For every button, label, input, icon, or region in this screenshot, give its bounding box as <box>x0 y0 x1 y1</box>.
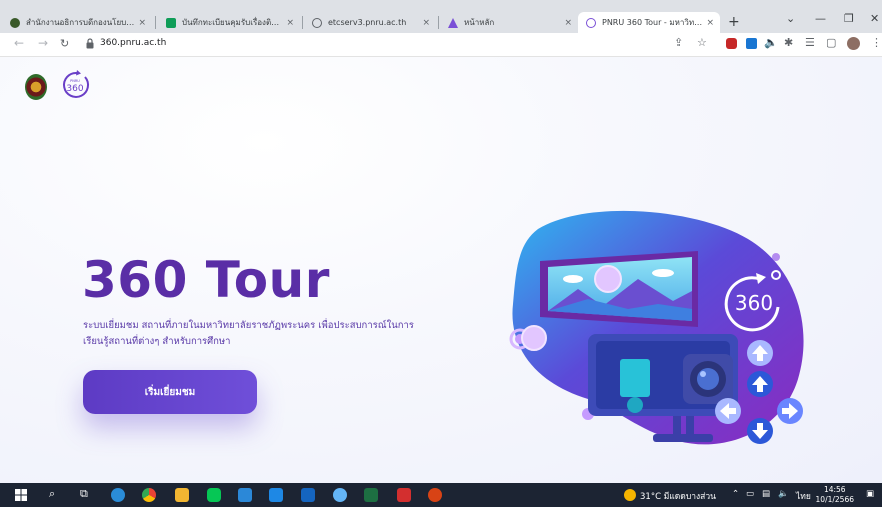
globe-icon <box>312 17 322 28</box>
reading-list-icon[interactable]: ☰ <box>805 36 815 49</box>
menu-kebab-icon[interactable]: ⋮ <box>871 36 882 49</box>
tab-search-chevron-icon[interactable]: ⌄ <box>786 12 795 25</box>
tour-360-icon <box>586 17 596 28</box>
university-seal-logo[interactable] <box>25 74 47 100</box>
powerpoint-icon[interactable] <box>428 488 442 502</box>
search-icon[interactable]: ⌕ <box>49 487 55 501</box>
tab-title: PNRU 360 Tour - มหาวิทยาลัยร <box>602 18 703 27</box>
logo-badge-text: PNRU <box>70 79 80 83</box>
arrow-left-icon <box>715 398 741 424</box>
tab-title: หน้าหลัก <box>464 18 495 27</box>
extension-shield-icon[interactable] <box>726 38 737 49</box>
side-panel-icon[interactable]: ▢ <box>826 36 836 49</box>
input-language[interactable]: ไทย <box>796 489 811 503</box>
taskbar-clock[interactable]: 14:56 10/1/2566 <box>816 485 854 505</box>
network-icon[interactable]: ▤ <box>762 489 770 499</box>
extensions-puzzle-icon[interactable]: ✱ <box>784 36 793 49</box>
app-blue-icon[interactable] <box>301 488 315 502</box>
tab-title: etcserv3.pnru.ac.th <box>328 18 407 27</box>
browser-tab-strip: สำนักงานอธิการบดีกองนโยบาย × บันทึกทะเบี… <box>0 0 882 33</box>
tab-close-icon[interactable]: × <box>286 18 294 28</box>
bookmark-star-icon[interactable]: ☆ <box>697 36 707 49</box>
tab-close-icon[interactable]: × <box>138 18 146 28</box>
windows-start-icon[interactable] <box>14 488 28 502</box>
tab-google-sheet[interactable]: บันทึกทะเบียนคุมรับเรื่องติดตอ × <box>158 12 300 33</box>
vr-camera-illustration: 360 <box>509 210 804 445</box>
google-sheets-icon <box>166 17 176 28</box>
illustration-360-text: 360 <box>735 291 773 315</box>
back-arrow-icon[interactable]: ← <box>14 36 24 50</box>
minimize-window-icon[interactable]: — <box>815 12 826 25</box>
share-icon[interactable]: ⇪ <box>674 36 683 49</box>
edge-browser-icon[interactable] <box>111 488 125 502</box>
hero-description: ระบบเยี่ยมชม สถานที่ภายในมหาวิทยาลัยราชภ… <box>83 320 414 347</box>
arrow-down-icon <box>747 418 773 444</box>
acrobat-icon[interactable] <box>397 488 411 502</box>
tab-home[interactable]: หน้าหลัก × <box>440 12 578 33</box>
pnru-360-logo[interactable]: PNRU 360 <box>59 69 91 101</box>
battery-icon[interactable]: ▭ <box>746 489 754 499</box>
tab-separator <box>438 16 439 29</box>
forward-arrow-icon[interactable]: → <box>38 36 48 50</box>
start-tour-button[interactable]: เริ่มเยี่ยมชม <box>83 370 257 414</box>
profile-avatar[interactable] <box>847 37 860 50</box>
windows-taskbar: ⌕ ⧉ 31°C มีแดดบางส่วน ⌃ ▭ ▤ 🔈 ไทย 14:56 … <box>0 483 882 507</box>
lock-icon[interactable] <box>86 38 94 49</box>
logo-360-text: 360 <box>66 84 83 94</box>
weather-text[interactable]: 31°C มีแดดบางส่วน <box>640 489 716 503</box>
university-logo-icon <box>10 17 20 28</box>
mail-icon[interactable] <box>269 488 283 502</box>
hero-title: 360 Tour <box>82 251 330 309</box>
tab-title: บันทึกทะเบียนคุมรับเรื่องติดตอ <box>182 18 283 27</box>
tab-close-icon[interactable]: × <box>564 18 572 28</box>
tab-separator <box>302 16 303 29</box>
excel-icon[interactable] <box>364 488 378 502</box>
restore-window-icon[interactable]: ❐ <box>844 12 854 25</box>
store-icon[interactable] <box>238 488 252 502</box>
triangle-logo-icon <box>448 17 458 28</box>
tab-close-icon[interactable]: × <box>706 18 714 28</box>
arrow-up-icon <box>747 371 773 397</box>
globe-app-icon[interactable] <box>333 488 347 502</box>
tab-separator <box>155 16 156 29</box>
tab-title: สำนักงานอธิการบดีกองนโยบาย <box>26 18 135 27</box>
address-bar[interactable]: 360.pnru.ac.th <box>100 38 166 48</box>
task-view-icon[interactable]: ⧉ <box>80 487 88 501</box>
close-window-icon[interactable]: ✕ <box>870 12 879 25</box>
tab-etcserv3[interactable]: etcserv3.pnru.ac.th × <box>304 12 436 33</box>
arrow-up-icon <box>747 340 773 366</box>
speaker-icon[interactable]: 🔈 <box>764 36 778 49</box>
tab-pnru-360-tour[interactable]: PNRU 360 Tour - มหาวิทยาลัยร × <box>578 12 720 33</box>
browser-toolbar: ← → ↻ 360.pnru.ac.th ⇪ ☆ 🔈 ✱ ☰ ▢ ⋮ <box>0 33 882 57</box>
reload-icon[interactable]: ↻ <box>60 37 69 50</box>
new-tab-button[interactable]: + <box>728 14 740 30</box>
line-app-icon[interactable] <box>207 488 221 502</box>
weather-sun-icon[interactable] <box>624 489 636 501</box>
tray-chevron-icon[interactable]: ⌃ <box>732 489 739 499</box>
clock-time: 14:56 <box>823 485 846 494</box>
notification-icon[interactable]: ▣ <box>866 489 874 499</box>
tab-close-icon[interactable]: × <box>422 18 430 28</box>
page-content: PNRU 360 360 Tour ระบบเยี่ยมชม สถานที่ภา… <box>0 57 882 483</box>
clock-date: 10/1/2566 <box>815 495 854 504</box>
chrome-browser-icon[interactable] <box>142 488 156 502</box>
file-explorer-icon[interactable] <box>175 488 189 502</box>
extension-blue-icon[interactable] <box>746 38 757 49</box>
tab-office-of-president[interactable]: สำนักงานอธิการบดีกองนโยบาย × <box>2 12 152 33</box>
arrow-right-icon <box>777 398 803 424</box>
volume-icon[interactable]: 🔈 <box>778 489 789 499</box>
